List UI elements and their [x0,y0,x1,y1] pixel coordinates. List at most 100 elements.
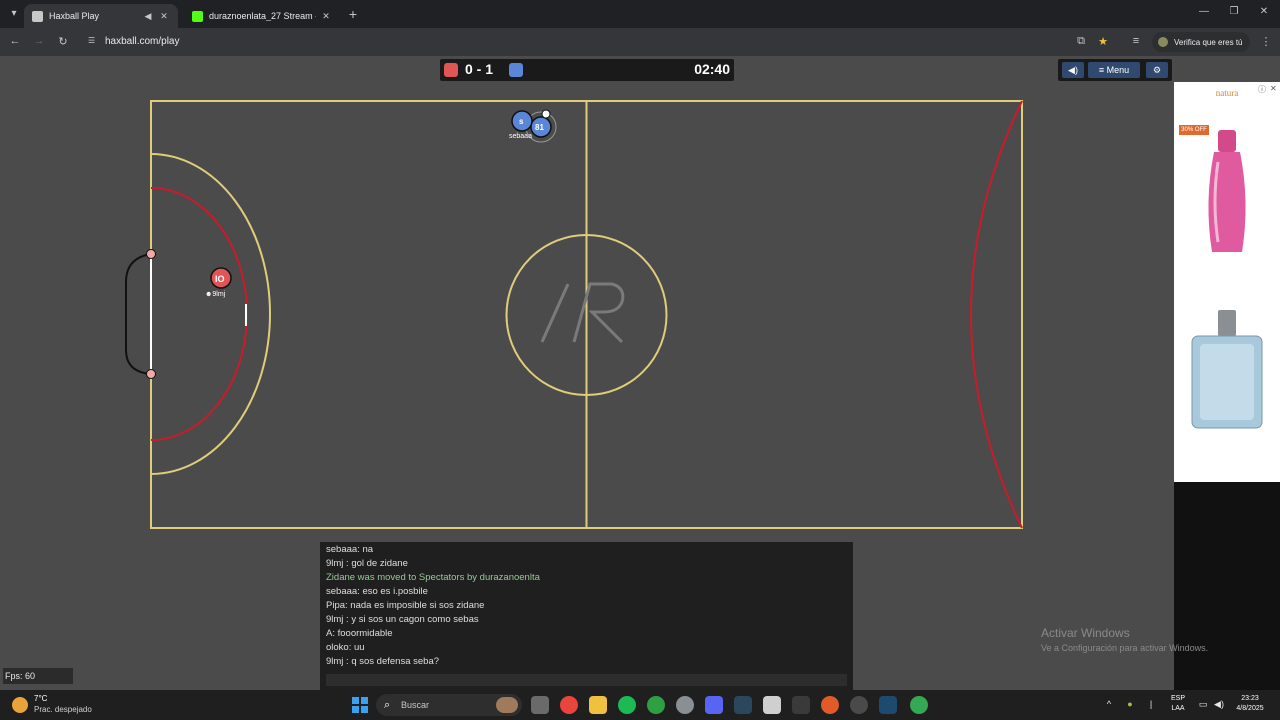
steam-icon[interactable] [734,696,752,714]
chat-message: A: fooormidable [326,628,393,639]
blue-team-square [509,63,523,77]
app-icon[interactable] [821,696,839,714]
close-icon[interactable]: ✕ [158,11,170,22]
windows-start-icon[interactable] [352,697,368,713]
chat-message: 9lmj : gol de zidane [326,558,408,569]
microphone-icon[interactable]: | [1144,699,1158,709]
url-text: haxball.com/play [105,36,180,47]
search-highlight-icon [496,697,518,713]
language-indicator[interactable]: ESP [1166,695,1190,702]
chat-message: 9lmj : y si sos un cagon como sebas [326,614,479,625]
tab-title: Haxball Play [49,11,100,21]
weather-temperature: 7°C [34,694,48,703]
tray-app-icon[interactable]: ● [1123,699,1137,709]
tab-media-icon[interactable]: ≡ [1129,35,1143,47]
new-tab-button[interactable]: + [346,6,360,22]
menu-button[interactable]: ≡ Menu [1088,62,1140,78]
menu-label: Menu [1106,65,1130,75]
tab-haxball[interactable]: Haxball Play ◀ ✕ [24,4,178,28]
gear-icon: ⚙ [1152,65,1162,75]
forward-icon[interactable]: → [32,35,46,47]
weather-icon[interactable] [12,697,28,713]
translate-icon[interactable]: ⧉ [1074,35,1088,48]
activation-watermark-subtitle: Ve a Configuración para activar Windows. [1041,643,1209,653]
address-bar[interactable]: ☰ haxball.com/play [82,31,1122,53]
back-icon[interactable]: ← [8,35,22,47]
blue-player-number: 81 [535,123,544,132]
task-view-icon[interactable] [531,696,549,714]
epic-games-icon[interactable] [792,696,810,714]
tab-title: duraznoenlata_27 Stream - Wat [209,11,316,21]
chrome-icon[interactable] [560,696,578,714]
steam-icon[interactable] [879,696,897,714]
game-canvas[interactable]: IO ☻9lmj 81 s sebaaa 0 - 1 02:40 ◀) ≡ Me… [0,56,1174,690]
discord-icon[interactable] [705,696,723,714]
hamburger-icon: ≡ [1098,65,1107,75]
bookmark-star-icon[interactable]: ★ [1096,35,1110,48]
red-player-number: IO [215,274,225,284]
minimize-icon[interactable]: — [1195,6,1213,17]
reload-icon[interactable]: ↻ [56,35,70,48]
blue-player-name: sebaaa [509,133,532,140]
left-goal-post-bottom [146,369,156,379]
chat-message: 9lmj : q sos defensa seba? [326,656,440,667]
clock-date[interactable]: 4/8/2025 [1228,705,1272,712]
site-info-icon[interactable]: ☰ [88,36,98,46]
left-red-arc [150,187,248,441]
tab-search-icon[interactable]: ▾ [6,6,22,22]
red-team-square [444,63,458,77]
speaker-icon[interactable]: ◀ [142,11,154,22]
red-player-name: ☻9lmj [205,291,225,298]
game-menu-bar: ◀) ≡ Menu ⚙ [1058,59,1172,81]
window-close-icon[interactable]: ✕ [1255,6,1273,17]
search-placeholder: Buscar [401,700,430,710]
keyboard-layout[interactable]: LAA [1166,705,1190,712]
search-icon: ⌕ [384,699,391,711]
chat-input[interactable] [326,674,847,686]
tab-stream[interactable]: duraznoenlata_27 Stream - Wat ✕ [184,4,340,28]
whatsapp-icon[interactable] [647,696,665,714]
windows-taskbar: 7°C Prac. despejado ⌕ Buscar ^ ● | ESP L… [0,690,1280,720]
left-goal-post-top [146,249,156,259]
perfume-product-images [1191,130,1263,429]
sound-toggle-button[interactable]: ◀) [1062,62,1084,78]
chat-panel: sebaaa: na 9lmj : gol de zidane Zidane w… [320,542,853,690]
more-menu-icon[interactable]: ⋮ [1259,35,1273,48]
tray-overflow-icon[interactable]: ^ [1102,699,1116,709]
close-icon[interactable]: ✕ [320,11,332,22]
kick-favicon-icon [192,10,203,22]
chat-notice: Zidane was moved to Spectators by duraza… [326,572,540,583]
blue-player-number: s [519,117,524,126]
taskbar-search-box[interactable]: ⌕ Buscar [376,694,522,716]
app-icon[interactable] [850,696,868,714]
settings-button[interactable]: ⚙ [1146,62,1168,78]
brand-logo: natura [1215,88,1239,98]
volume-icon[interactable]: ◀) [1212,699,1226,710]
left-penalty-arc [150,153,271,475]
store-icon[interactable] [763,696,781,714]
file-explorer-icon[interactable] [589,696,607,714]
browser-toolbar: ← → ↻ ☰ haxball.com/play ⧉ ★ ≡ Verifica … [0,28,1280,56]
chat-message: sebaaa: na [326,544,374,555]
side-advertisement[interactable]: ⓘ ✕ natura 30% OFF [1174,82,1280,482]
profile-avatar-icon [1158,37,1168,47]
haxball-favicon-icon [32,10,43,22]
settings-icon[interactable] [676,696,694,714]
speaker-icon: ◀) [1068,65,1078,75]
left-goal-net [125,253,152,375]
clock-time[interactable]: 23:23 [1228,695,1272,702]
browser-tab-bar: ▾ Haxball Play ◀ ✕ duraznoenlata_27 Stre… [0,0,1280,28]
verify-profile-button[interactable]: Verifica que eres tú [1152,32,1251,52]
restore-icon[interactable]: ❐ [1225,6,1243,17]
weather-description: Prac. despejado [34,705,92,714]
network-icon[interactable]: ▭ [1196,699,1210,710]
red-player-name-text: 9lmj [212,291,226,298]
ball [541,109,551,119]
verify-label: Verifica que eres tú [1174,37,1243,47]
center-logo-icon [540,282,625,344]
chrome-icon[interactable] [910,696,928,714]
chat-message: oloko: uu [326,642,365,653]
right-red-arc [970,100,1023,529]
score-text: 0 - 1 [465,61,494,77]
spotify-icon[interactable] [618,696,636,714]
